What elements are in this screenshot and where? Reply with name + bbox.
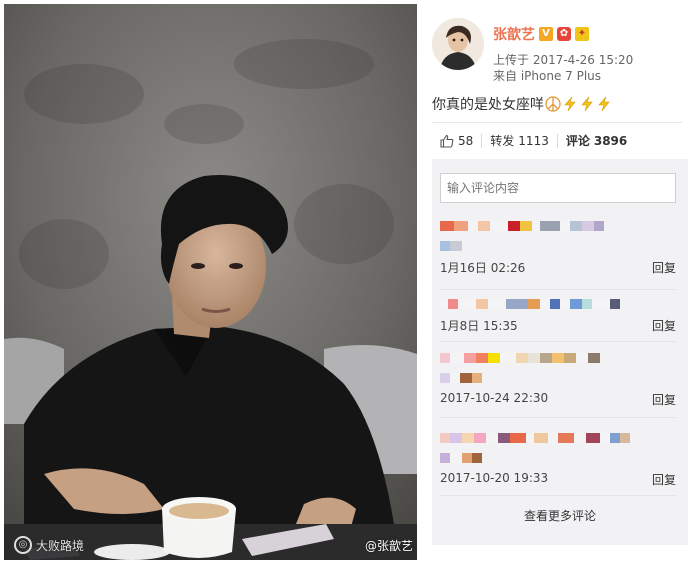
post-source: 来自 iPhone 7 Plus — [493, 69, 602, 83]
author-name[interactable]: 张歆艺 — [493, 24, 535, 44]
comment-footer: 1月16日 02:26 回复 — [440, 259, 676, 276]
screenshot-frame: ◎ 大败路境 @张歆艺 张歆艺 V ✿ ✦ 上传于 2017-4-26 15:2… — [0, 0, 694, 563]
lightning-icon — [564, 96, 576, 112]
star-badge-icon: ✦ — [575, 27, 589, 41]
lightning-icon — [581, 96, 593, 112]
reply-button[interactable]: 回复 — [652, 259, 676, 276]
comment-footer: 1月8日 15:35 回复 — [440, 317, 676, 334]
comment-divider — [440, 289, 676, 290]
comment-item: 1月16日 02:26 回复 — [440, 219, 676, 276]
reply-button[interactable]: 回复 — [652, 317, 676, 334]
comment-time: 1月8日 15:35 — [440, 319, 518, 333]
comment-divider — [440, 341, 676, 342]
repost-count: 1113 — [518, 133, 549, 148]
comment-item: 1月8日 15:35 回复 — [440, 297, 676, 334]
watermark-left-text: 大败路境 — [36, 538, 85, 553]
comment-footer: 2017-10-20 19:33 回复 — [440, 471, 676, 488]
comments-section: 1月16日 02:26 回复 1月8日 15:35 回复 — [432, 159, 688, 545]
redacted-comment-text — [440, 219, 676, 233]
watermark-right: @张歆艺 — [365, 537, 413, 554]
thumbs-up-icon — [440, 134, 454, 148]
comment-button[interactable]: 评论 3896 — [558, 132, 635, 149]
upload-time: 上传于 2017-4-26 15:20 — [493, 53, 634, 67]
photo-illustration — [4, 4, 417, 560]
comment-time: 2017-10-20 19:33 — [440, 471, 549, 485]
comment-label: 评论 — [565, 134, 590, 148]
repost-button[interactable]: 转发 1113 — [482, 132, 557, 149]
avatar-image — [432, 18, 484, 70]
comment-divider — [440, 417, 676, 418]
post-meta: 上传于 2017-4-26 15:20 来自 iPhone 7 Plus — [493, 52, 633, 84]
reply-button[interactable]: 回复 — [652, 471, 676, 488]
repost-label: 转发 — [490, 134, 515, 148]
comment-item: 2017-10-20 19:33 回复 — [440, 431, 676, 488]
reply-button[interactable]: 回复 — [652, 391, 676, 408]
redacted-comment-text — [440, 431, 676, 445]
redacted-comment-text — [440, 297, 676, 311]
post-text: 你真的是处女座咩 — [432, 97, 544, 113]
redacted-comment-text — [440, 351, 676, 365]
peace-icon — [545, 96, 561, 112]
author-row: 张歆艺 V ✿ ✦ — [493, 24, 589, 44]
comment-count: 3896 — [593, 133, 628, 148]
like-button[interactable]: 58 — [432, 134, 481, 148]
watermark-right-text: @张歆艺 — [364, 539, 413, 553]
comment-input[interactable] — [440, 173, 676, 203]
comment-divider — [440, 495, 676, 496]
comment-item: 2017-10-24 22:30 回复 — [440, 351, 676, 408]
post-text-row: 你真的是处女座咩 — [432, 94, 612, 114]
post-photo[interactable]: ◎ 大败路境 @张歆艺 — [4, 4, 417, 560]
watermark-logo-icon: ◎ — [14, 536, 32, 554]
divider — [432, 122, 682, 123]
comment-time: 2017-10-24 22:30 — [440, 391, 549, 405]
redacted-comment-text — [440, 451, 676, 465]
redacted-comment-text — [440, 371, 676, 385]
view-more-comments-link[interactable]: 查看更多评论 — [432, 507, 688, 524]
lightning-icon — [598, 96, 610, 112]
comment-time: 1月16日 02:26 — [440, 261, 526, 275]
redacted-comment-text — [440, 239, 676, 253]
weibo-panel: 张歆艺 V ✿ ✦ 上传于 2017-4-26 15:20 来自 iPhone … — [420, 4, 690, 560]
flower-badge-icon: ✿ — [557, 27, 571, 41]
verified-icon: V — [539, 27, 553, 41]
watermark-left: ◎ 大败路境 — [14, 536, 84, 554]
like-count: 58 — [458, 133, 474, 148]
action-bar: 58 转发 1113 评论 3896 — [432, 132, 635, 149]
avatar[interactable] — [432, 18, 484, 70]
comment-footer: 2017-10-24 22:30 回复 — [440, 391, 676, 408]
